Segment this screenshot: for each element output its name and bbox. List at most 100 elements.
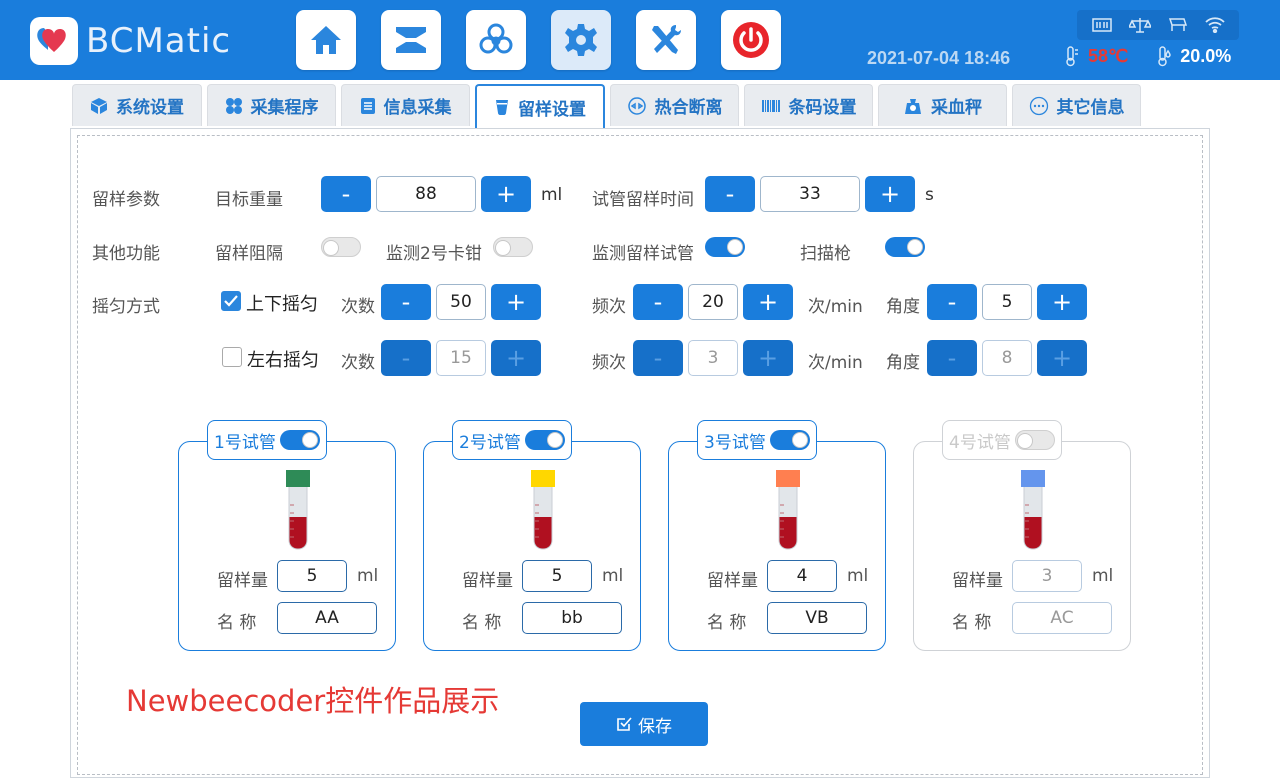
vertical-freq-label: 频次 bbox=[592, 297, 626, 317]
horizontal-freq-minus-button[interactable]: - bbox=[633, 340, 683, 376]
check-icon bbox=[224, 295, 238, 307]
sample-name-input[interactable]: AA bbox=[277, 602, 377, 634]
horizontal-angle-minus-button[interactable]: - bbox=[927, 340, 977, 376]
tab-system-settings[interactable]: 系统设置 bbox=[72, 84, 202, 126]
tab-collect-program[interactable]: 采集程序 bbox=[207, 84, 336, 126]
sample-amount-input[interactable]: 5 bbox=[522, 560, 592, 592]
datetime: 2021-07-04 18:46 bbox=[867, 48, 1011, 68]
save-button[interactable]: 保存 bbox=[580, 702, 708, 746]
horizontal-shake-checkbox[interactable] bbox=[222, 347, 242, 367]
tube-enable-toggle[interactable] bbox=[524, 430, 565, 450]
tab-sample-settings[interactable]: 留样设置 bbox=[475, 84, 605, 128]
sample-name-input[interactable]: VB bbox=[767, 602, 867, 634]
grid-icon bbox=[225, 97, 242, 114]
horizontal-freq-label: 频次 bbox=[592, 353, 626, 373]
sample-amount-input[interactable]: 5 bbox=[277, 560, 347, 592]
power-icon bbox=[733, 22, 769, 58]
sample-amount-unit: ml bbox=[602, 566, 624, 586]
monitor-clamp-toggle[interactable] bbox=[493, 237, 533, 257]
vertical-shake-label: 上下摇匀 bbox=[246, 294, 318, 315]
printer-status-icon bbox=[1168, 18, 1187, 31]
tab-bar: 系统设置 采集程序 信息采集 留样设置 热合断离 条码设置 采血秤 其它信息 bbox=[72, 84, 1146, 128]
tube-enable-toggle[interactable] bbox=[769, 430, 810, 450]
horizontal-count-minus-button[interactable]: - bbox=[381, 340, 431, 376]
sample-amount-unit: ml bbox=[1092, 566, 1114, 586]
vertical-shake-checkbox[interactable] bbox=[221, 291, 241, 311]
vertical-freq-plus-button[interactable]: + bbox=[743, 284, 793, 320]
blood-tube-icon bbox=[1021, 470, 1045, 550]
tab-barcode-settings[interactable]: 条码设置 bbox=[744, 84, 873, 126]
tube-enable-toggle[interactable] bbox=[1014, 430, 1055, 450]
scanner-status-icon bbox=[1091, 18, 1112, 32]
monitor-tube-toggle[interactable] bbox=[705, 237, 745, 257]
layers-icon bbox=[396, 27, 426, 53]
biohazard-icon bbox=[479, 23, 513, 54]
section-label-functions: 其他功能 bbox=[92, 244, 160, 264]
temperature-value: 58℃ bbox=[1088, 45, 1129, 66]
tab-label: 其它信息 bbox=[1056, 98, 1125, 118]
tab-heat-seal[interactable]: 热合断离 bbox=[610, 84, 739, 126]
sample-amount-input[interactable]: 3 bbox=[1012, 560, 1082, 592]
horizontal-count-label: 次数 bbox=[341, 353, 375, 373]
sample-name-input[interactable]: bb bbox=[522, 602, 622, 634]
app-logo: BCMatic bbox=[30, 16, 240, 66]
blood-tube-icon bbox=[531, 470, 555, 550]
vertical-angle-input[interactable]: 5 bbox=[982, 284, 1032, 320]
target-weight-unit: ml bbox=[541, 185, 563, 205]
vertical-count-input[interactable]: 50 bbox=[436, 284, 486, 320]
tab-info-collect[interactable]: 信息采集 bbox=[341, 84, 470, 126]
cube-icon bbox=[91, 97, 107, 114]
wrench-screwdriver-icon bbox=[652, 25, 681, 54]
settings-panel: 留样参数 目标重量 - 88 + ml 试管留样时间 - 33 + s 其他功能… bbox=[70, 128, 1210, 778]
horizontal-angle-input[interactable]: 8 bbox=[982, 340, 1032, 376]
horizontal-count-input[interactable]: 15 bbox=[436, 340, 486, 376]
tab-label: 留样设置 bbox=[518, 99, 586, 120]
target-weight-input[interactable]: 88 bbox=[376, 176, 476, 212]
block-label: 留样阻隔 bbox=[215, 244, 283, 264]
power-button[interactable] bbox=[721, 10, 781, 70]
tube-time-plus-button[interactable]: + bbox=[865, 176, 915, 212]
target-weight-plus-button[interactable]: + bbox=[481, 176, 531, 212]
sample-name-input[interactable]: AC bbox=[1012, 602, 1112, 634]
check-square-icon bbox=[617, 717, 632, 731]
sensor-readings: 58℃ 20.0% bbox=[1060, 42, 1255, 70]
vertical-angle-plus-button[interactable]: + bbox=[1037, 284, 1087, 320]
sample-amount-label: 留样量 bbox=[462, 571, 513, 591]
vertical-freq-input[interactable]: 20 bbox=[688, 284, 738, 320]
target-weight-minus-button[interactable]: - bbox=[321, 176, 371, 212]
settings-button[interactable] bbox=[551, 10, 611, 70]
tab-blood-scale[interactable]: 采血秤 bbox=[878, 84, 1007, 126]
biohazard-button[interactable] bbox=[466, 10, 526, 70]
horizontal-freq-input[interactable]: 3 bbox=[688, 340, 738, 376]
tube-time-minus-button[interactable]: - bbox=[705, 176, 755, 212]
tube-enable-toggle[interactable] bbox=[279, 430, 320, 450]
sample-name-label: 名 称 bbox=[707, 613, 747, 633]
vertical-angle-minus-button[interactable]: - bbox=[927, 284, 977, 320]
horizontal-count-plus-button[interactable]: + bbox=[491, 340, 541, 376]
tab-label: 系统设置 bbox=[116, 98, 184, 118]
barcode-icon bbox=[761, 99, 780, 112]
sample-name-label: 名 称 bbox=[217, 613, 257, 633]
block-toggle[interactable] bbox=[321, 237, 361, 257]
tools-button[interactable] bbox=[636, 10, 696, 70]
logo-heart-icon bbox=[30, 17, 78, 65]
layers-button[interactable] bbox=[381, 10, 441, 70]
vertical-count-plus-button[interactable]: + bbox=[491, 284, 541, 320]
horizontal-angle-plus-button[interactable]: + bbox=[1037, 340, 1087, 376]
horizontal-shake-label: 左右摇匀 bbox=[247, 350, 319, 371]
home-button[interactable] bbox=[296, 10, 356, 70]
horizontal-freq-plus-button[interactable]: + bbox=[743, 340, 793, 376]
tab-other-info[interactable]: 其它信息 bbox=[1012, 84, 1141, 126]
monitor-tube-label: 监测留样试管 bbox=[592, 244, 694, 264]
scale-icon bbox=[905, 98, 921, 114]
scanner-toggle[interactable] bbox=[885, 237, 925, 257]
sample-amount-label: 留样量 bbox=[952, 571, 1003, 591]
sample-amount-input[interactable]: 4 bbox=[767, 560, 837, 592]
vertical-count-minus-button[interactable]: - bbox=[381, 284, 431, 320]
vertical-freq-minus-button[interactable]: - bbox=[633, 284, 683, 320]
tube-time-input[interactable]: 33 bbox=[760, 176, 860, 212]
wifi-status-icon bbox=[1204, 17, 1225, 33]
sample-name-label: 名 称 bbox=[952, 613, 992, 633]
tab-label: 信息采集 bbox=[383, 98, 452, 118]
monitor-clamp-label: 监测2号卡钳 bbox=[386, 244, 482, 264]
